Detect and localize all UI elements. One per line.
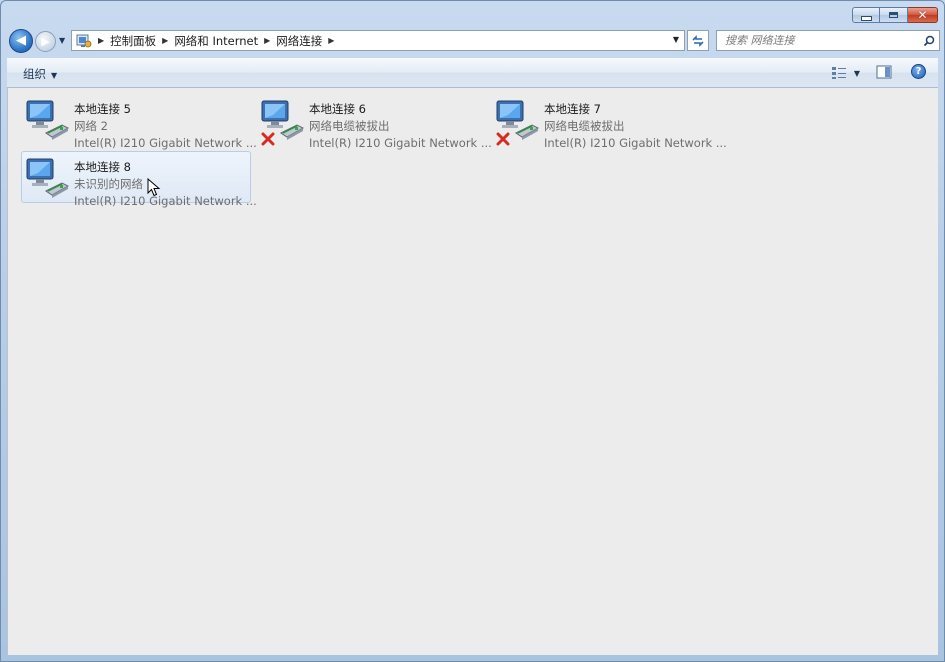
- mouse-cursor-icon: [147, 178, 161, 197]
- connection-item-7[interactable]: 本地连接 7 网络电缆被拔出 Intel(R) I210 Gigabit Net…: [491, 93, 727, 150]
- connection-name: 本地连接 8: [74, 160, 131, 174]
- breadcrumb-network-internet[interactable]: 网络和 Internet ▶: [174, 33, 276, 49]
- connection-item-5[interactable]: 本地连接 5 网络 2 Intel(R) I210 Gigabit Networ…: [21, 93, 257, 150]
- forward-button[interactable]: ▶: [35, 31, 56, 52]
- connection-device: Intel(R) I210 Gigabit Network ...: [544, 136, 727, 150]
- breadcrumb-separator[interactable]: ▶: [264, 36, 270, 45]
- help-icon: ?: [915, 66, 922, 77]
- change-view-icon: [831, 67, 846, 79]
- close-icon: ✕: [917, 8, 928, 22]
- view-dropdown-arrow[interactable]: ▼: [854, 69, 860, 78]
- back-button[interactable]: ◀: [9, 29, 33, 53]
- connections-view[interactable]: 本地连接 5 网络 2 Intel(R) I210 Gigabit Networ…: [7, 88, 938, 655]
- connection-device: Intel(R) I210 Gigabit Network ...: [74, 136, 257, 150]
- minimize-icon: [860, 15, 872, 21]
- connection-name: 本地连接 6: [309, 102, 366, 116]
- control-panel-icon: [76, 34, 92, 48]
- search-icon[interactable]: [923, 35, 935, 47]
- connection-name: 本地连接 7: [544, 102, 601, 116]
- preview-pane-button[interactable]: [876, 65, 892, 82]
- address-history-dropdown[interactable]: ▼: [673, 35, 679, 44]
- organize-menu-button[interactable]: 组织 ▼: [23, 66, 57, 82]
- chevron-down-icon: ▼: [51, 71, 58, 80]
- breadcrumb-separator[interactable]: ▶: [328, 36, 334, 45]
- network-adapter-icon: [24, 97, 72, 143]
- connection-text: 本地连接 5 网络 2 Intel(R) I210 Gigabit Networ…: [74, 101, 257, 152]
- preview-pane-icon: [876, 65, 892, 79]
- connection-text: 本地连接 8 未识别的网络 Intel(R) I210 Gigabit Netw…: [74, 159, 257, 210]
- connection-device: Intel(R) I210 Gigabit Network ...: [74, 194, 257, 208]
- breadcrumb-control-panel[interactable]: 控制面板 ▶: [110, 33, 174, 49]
- refresh-button[interactable]: [687, 30, 709, 51]
- breadcrumb-separator[interactable]: ▶: [162, 36, 168, 45]
- close-button[interactable]: ✕: [908, 7, 938, 23]
- back-arrow-icon: ◀: [16, 33, 26, 48]
- connection-text: 本地连接 6 网络电缆被拔出 Intel(R) I210 Gigabit Net…: [309, 101, 492, 152]
- caption-buttons: ✕: [852, 7, 938, 25]
- breadcrumb-separator[interactable]: ▶: [98, 36, 104, 45]
- command-bar: 组织 ▼ ▼ ?: [7, 58, 938, 88]
- breadcrumb-label: 网络连接: [276, 33, 323, 48]
- breadcrumb-label: 控制面板: [110, 33, 157, 48]
- breadcrumb-network-connections[interactable]: 网络连接 ▶: [276, 33, 340, 49]
- search-box[interactable]: [716, 30, 940, 51]
- network-adapter-icon: [24, 155, 72, 201]
- breadcrumb-label: 网络和 Internet: [174, 33, 259, 48]
- recent-pages-dropdown[interactable]: ▼: [59, 36, 65, 45]
- search-input[interactable]: [725, 34, 905, 47]
- address-row: ◀ ▶ ▼ ▶ 控制面板 ▶ 网络和 Internet ▶ 网络连接 ▶ ▼ 搜…: [7, 29, 940, 53]
- maximize-icon: [889, 12, 898, 18]
- connection-status: 网络电缆被拔出: [544, 119, 625, 133]
- red-x-icon: [496, 132, 510, 146]
- connection-item-6[interactable]: 本地连接 6 网络电缆被拔出 Intel(R) I210 Gigabit Net…: [256, 93, 492, 150]
- connection-status: 未识别的网络: [74, 177, 143, 191]
- refresh-icon: [692, 34, 704, 47]
- minimize-button[interactable]: [852, 7, 880, 23]
- forward-arrow-icon: ▶: [41, 35, 50, 48]
- connection-name: 本地连接 5: [74, 102, 131, 116]
- red-x-icon: [261, 132, 275, 146]
- connection-status: 网络 2: [74, 119, 108, 133]
- change-view-button[interactable]: ▼: [831, 66, 860, 80]
- connection-device: Intel(R) I210 Gigabit Network ...: [309, 136, 492, 150]
- explorer-window: ✕ ◀ ▶ ▼ ▶ 控制面板 ▶ 网络和 Internet ▶ 网络连接 ▶ ▼…: [0, 0, 945, 662]
- maximize-button[interactable]: [880, 7, 908, 23]
- connection-status: 网络电缆被拔出: [309, 119, 390, 133]
- connection-item-8[interactable]: 本地连接 8 未识别的网络 Intel(R) I210 Gigabit Netw…: [21, 151, 257, 208]
- connection-text: 本地连接 7 网络电缆被拔出 Intel(R) I210 Gigabit Net…: [544, 101, 727, 152]
- organize-label: 组织: [23, 67, 46, 81]
- address-bar[interactable]: ▶ 控制面板 ▶ 网络和 Internet ▶ 网络连接 ▶ ▼: [71, 30, 685, 51]
- help-button[interactable]: ?: [911, 64, 926, 79]
